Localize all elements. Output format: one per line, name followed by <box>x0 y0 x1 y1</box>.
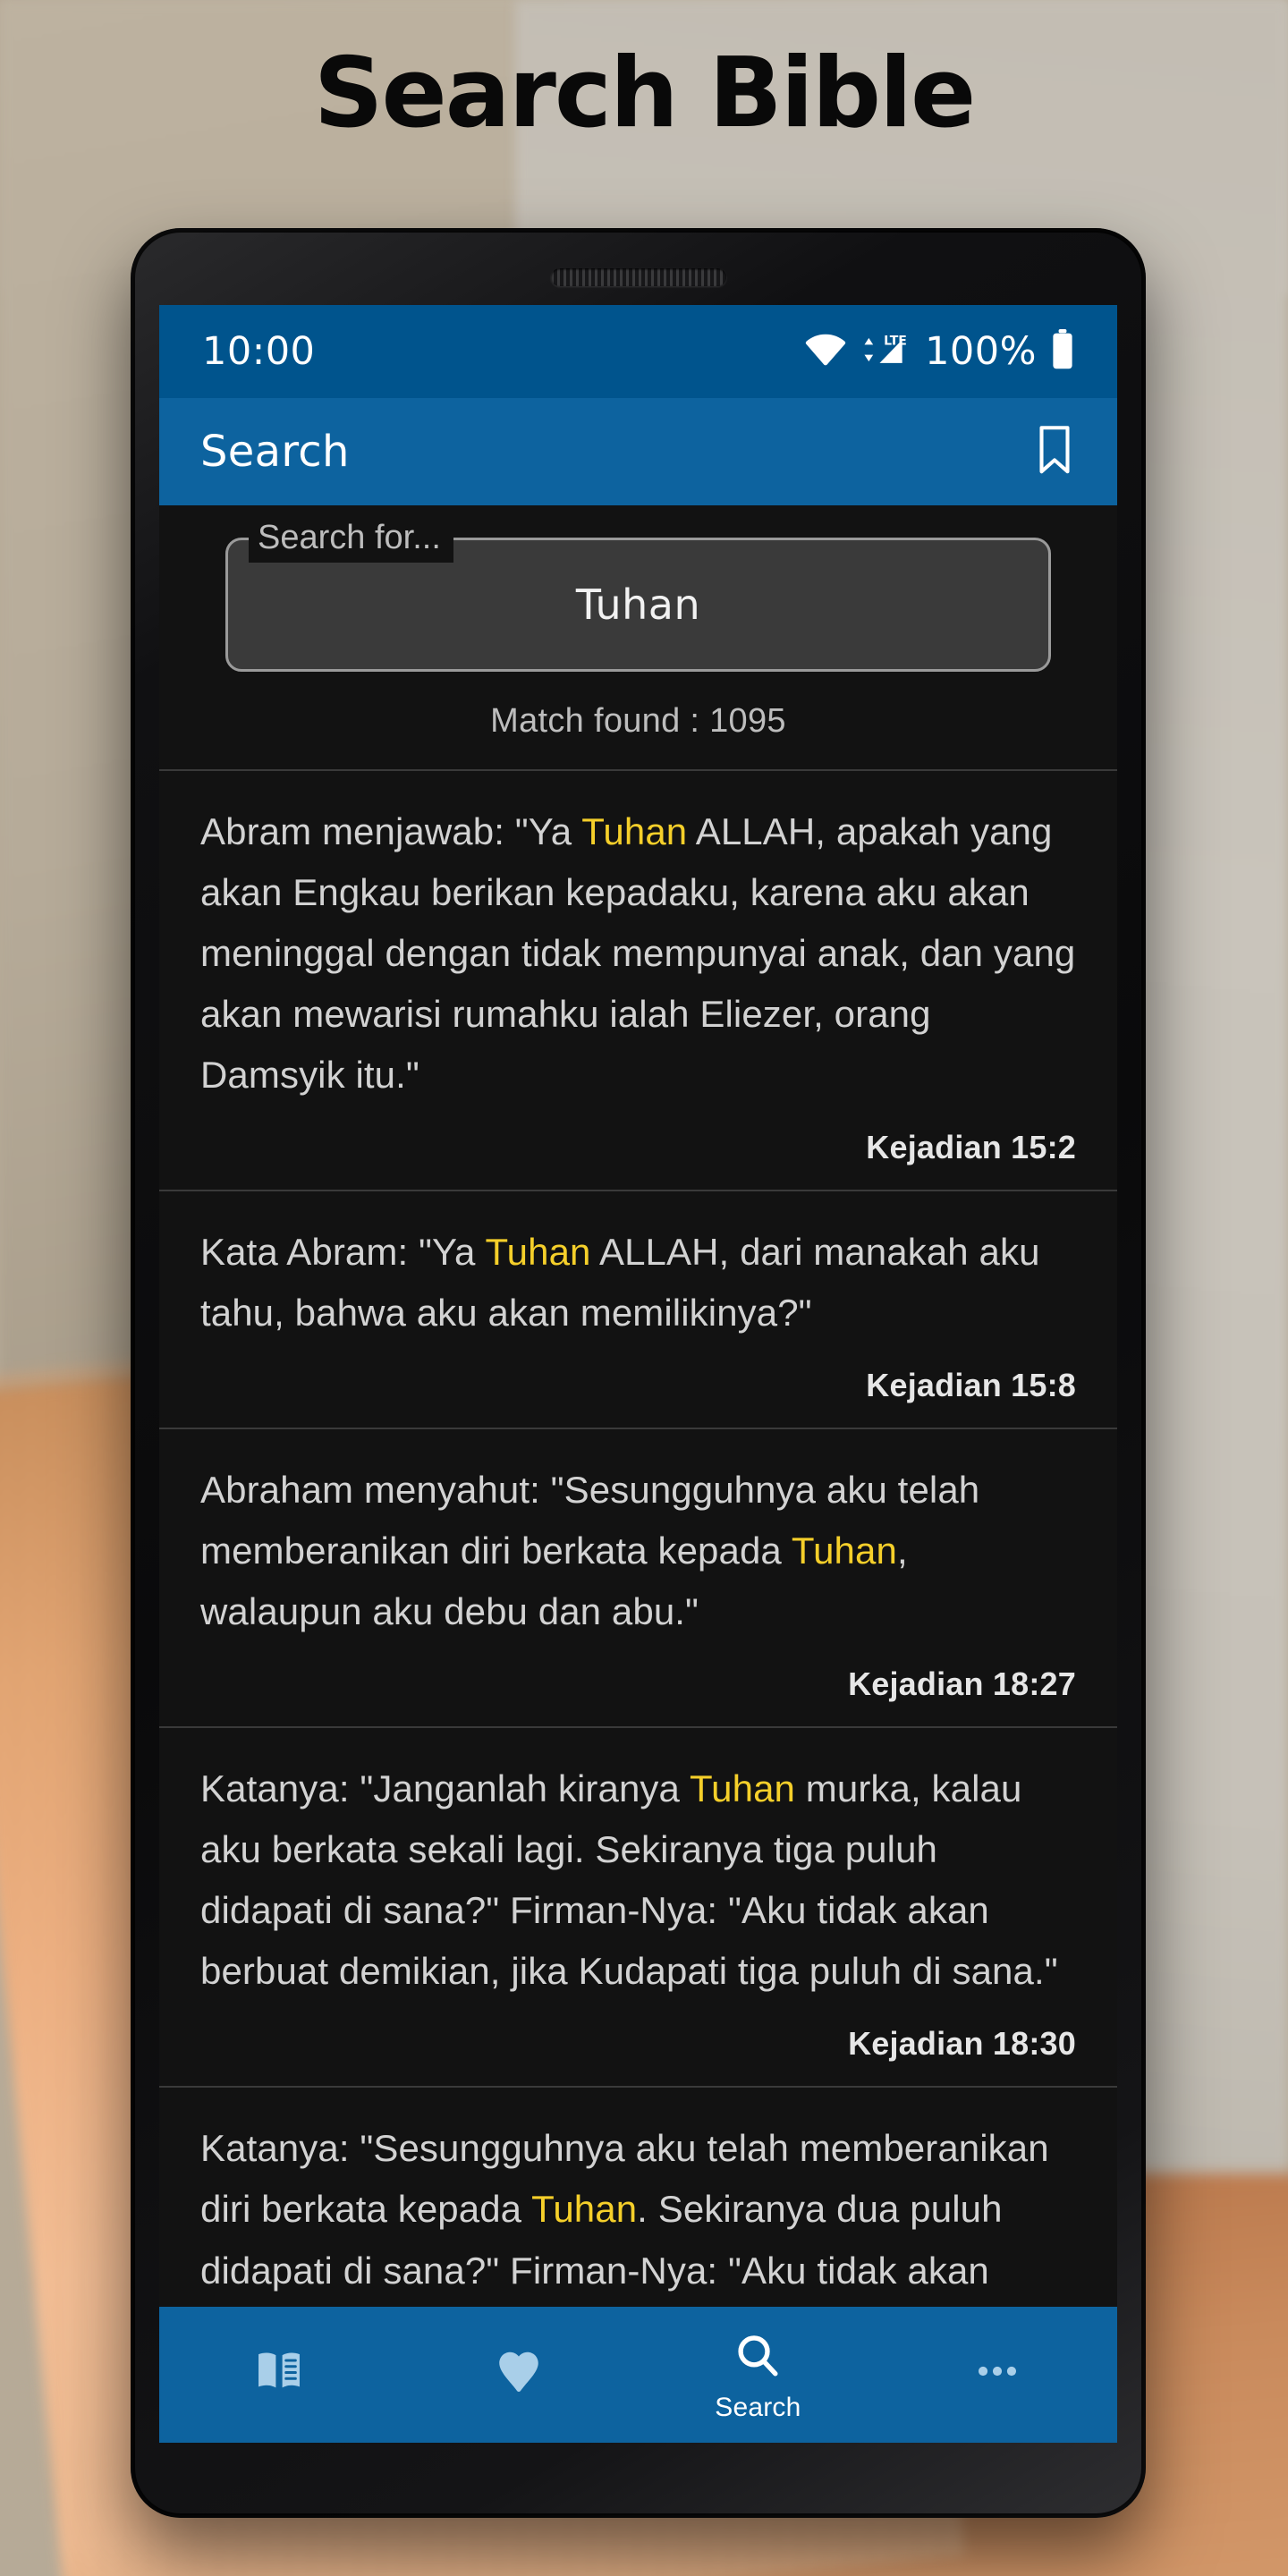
match-count-label: Match found : 1095 <box>490 702 786 740</box>
verse-highlight-term: Tuhan <box>531 2188 638 2231</box>
app-bar: Search <box>159 398 1117 505</box>
verse-text: Abraham menyahut: "Sesungguhnya aku tela… <box>200 1469 980 1633</box>
search-result-item[interactable]: Abraham menyahut: "Sesungguhnya aku tela… <box>159 1428 1117 1726</box>
verse-reference: Kejadian 15:2 <box>866 1129 1076 1166</box>
nav-item-read[interactable] <box>159 2307 399 2443</box>
verse-highlight-term: Tuhan <box>791 1530 897 1572</box>
status-icons-group: LTE 100% <box>805 329 1074 374</box>
phone-device-frame: 10:00 LTE 100% Search Tuhan Search for..… <box>131 228 1146 2518</box>
search-field-wrapper: Tuhan Search for... <box>225 518 1051 672</box>
bookmark-icon[interactable] <box>1033 424 1076 479</box>
search-result-item[interactable]: Kata Abram: "Ya Tuhan ALLAH, dari manaka… <box>159 1190 1117 1428</box>
battery-percent-label: 100% <box>925 329 1037 374</box>
phone-screen: 10:00 LTE 100% Search Tuhan Search for..… <box>159 305 1117 2443</box>
status-bar: 10:00 LTE 100% <box>159 305 1117 398</box>
search-icon <box>733 2326 783 2385</box>
battery-icon <box>1051 329 1074 374</box>
heart-icon <box>493 2342 545 2401</box>
bottom-navigation: Search <box>159 2307 1117 2443</box>
search-input-label: Search for... <box>249 518 453 563</box>
lte-signal-icon: LTE <box>860 329 911 374</box>
status-time: 10:00 <box>202 329 316 374</box>
search-input-value: Tuhan <box>575 580 701 629</box>
verse-reference: Kejadian 18:27 <box>848 1665 1076 1703</box>
nav-label-search: Search <box>715 2393 801 2422</box>
app-bar-title: Search <box>200 427 350 477</box>
more-icon <box>971 2342 1023 2401</box>
app-content: Tuhan Search for... Match found : 1095 A… <box>159 505 1117 2307</box>
nav-item-search[interactable]: Search <box>639 2307 878 2443</box>
verse-text: Kata Abram: "Ya Tuhan ALLAH, dari manaka… <box>200 1231 1040 1335</box>
verse-highlight-term: Tuhan <box>485 1231 591 1274</box>
svg-text:LTE: LTE <box>884 334 907 348</box>
page-title: Search Bible <box>313 38 977 149</box>
search-result-item[interactable]: Katanya: "Sesungguhnya aku telah membera… <box>159 2086 1117 2307</box>
verse-text: Katanya: "Sesungguhnya aku telah membera… <box>200 2127 1049 2292</box>
verse-text: Abram menjawab: "Ya Tuhan ALLAH, apakah … <box>200 810 1076 1097</box>
search-section: Tuhan Search for... Match found : 1095 <box>159 505 1117 741</box>
search-result-item[interactable]: Katanya: "Janganlah kiranya Tuhan murka,… <box>159 1726 1117 2086</box>
verse-reference: Kejadian 18:30 <box>848 2025 1076 2063</box>
nav-item-favorites[interactable] <box>399 2307 639 2443</box>
verse-highlight-term: Tuhan <box>689 1767 796 1810</box>
nav-item-more[interactable] <box>877 2307 1117 2443</box>
verse-reference: Kejadian 15:8 <box>866 1367 1076 1404</box>
search-results-list: Abram menjawab: "Ya Tuhan ALLAH, apakah … <box>159 769 1117 2307</box>
search-result-item[interactable]: Abram menjawab: "Ya Tuhan ALLAH, apakah … <box>159 769 1117 1190</box>
speaker-grille-icon <box>550 268 726 286</box>
verse-text: Katanya: "Janganlah kiranya Tuhan murka,… <box>200 1767 1058 1993</box>
verse-highlight-term: Tuhan <box>581 810 688 852</box>
wifi-icon <box>805 329 846 374</box>
book-icon <box>253 2342 305 2401</box>
